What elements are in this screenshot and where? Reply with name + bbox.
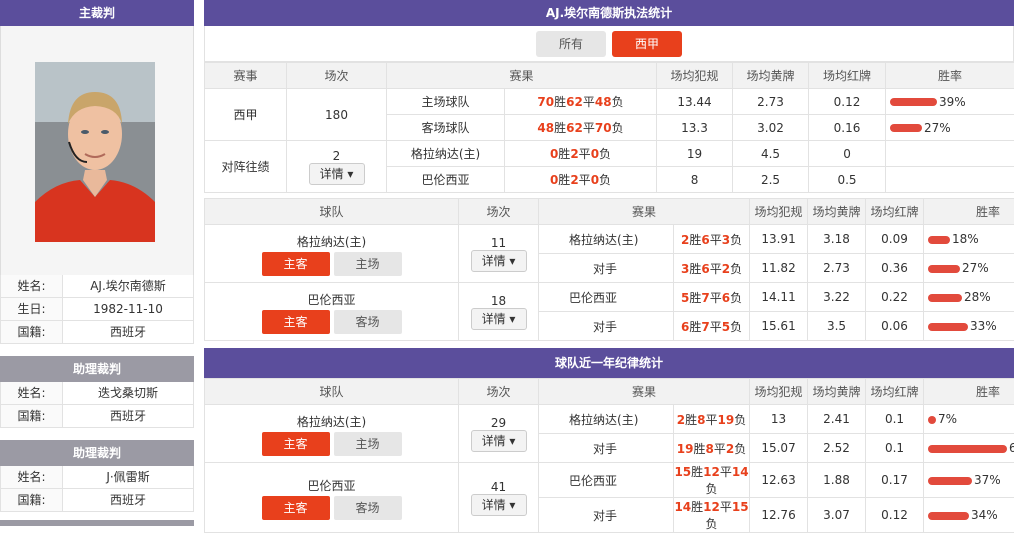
team-cell: 格拉纳达(主) 主客 主场 [203, 404, 460, 463]
home-away-button[interactable]: 主客 [261, 251, 330, 276]
tab-all[interactable]: 所有 [536, 30, 606, 57]
table-row: 格拉纳达(主) 主客 主场 11 详情 ▾ 格拉纳达(主) 2胜6平3负 13.91 3… [203, 224, 1014, 283]
table-row: 巴伦西亚 主客 客场 41 详情 ▾ 巴伦西亚 15胜12平14负 12.63 1.88… [203, 462, 1014, 533]
win-rate-bar [928, 476, 973, 485]
discipline-panel: 球队近一年纪律统计 球队 场次 赛果 场均犯规 场均黄牌 场均红牌 胜率 格拉纳… [203, 348, 1014, 533]
result-cell: 70胜62平48负 [503, 88, 658, 115]
referee-photo [0, 26, 194, 275]
result-cell: 15胜12平14负 [673, 462, 751, 498]
win-rate-bar [928, 264, 961, 273]
table-row: 西甲 180 主场球队 70胜62平48负 13.44 2.73 0.12 39… [204, 88, 1014, 141]
referee-nationality-row: 国籍: 西班牙 [0, 321, 194, 344]
assistant-referee-header: 助理裁判 [0, 356, 194, 382]
win-rate: 37% [923, 462, 1014, 498]
details-select[interactable]: 详情 ▾ [470, 249, 527, 272]
venue-button[interactable]: 主场 [333, 431, 402, 456]
assistant1-name: 迭戈桑切斯 [97, 386, 158, 400]
result-cell: 14胜12平15负 [673, 497, 751, 533]
win-rate: 7% [923, 404, 1014, 434]
result-cell: 19胜8平2负 [673, 433, 751, 463]
referee-stats-table: 赛事 场次 赛果 场均犯规 场均黄牌 场均红牌 胜率 西甲 180 主场球队 7… [204, 62, 1014, 193]
win-rate: 18% [923, 224, 1014, 254]
team-name: 巴伦西亚 [307, 478, 356, 493]
discipline-title: 球队近一年纪律统计 [204, 348, 1014, 378]
assistant2-nationality-row: 国籍: 西班牙 [0, 489, 194, 512]
result-cell: 2胜8平19负 [673, 404, 751, 434]
venue-button[interactable]: 客场 [333, 495, 402, 520]
league-name: 西甲 [204, 88, 287, 141]
result-cell: 6胜7平5负 [673, 311, 751, 341]
referee-sidebar: 主裁判 姓名: AJ.埃尔南德斯 生日: 1982-11-10 国籍: 西班牙 助理裁… [0, 0, 194, 526]
details-select[interactable]: 详情 ▾ [470, 307, 527, 330]
win-rate: 27% [885, 114, 1014, 141]
discipline-table: 球队 场次 赛果 场均犯规 场均黄牌 场均红牌 胜率 格拉纳达(主) 主客 主场 … [203, 378, 1014, 533]
table-header: 赛事 场次 赛果 场均犯规 场均黄牌 场均红牌 胜率 [204, 62, 1014, 89]
details-select[interactable]: 详情 ▾ [470, 429, 527, 452]
result-cell: 48胜62平70负 [503, 114, 658, 141]
referee-nationality: 西班牙 [109, 325, 146, 339]
main-referee-header: 主裁判 [0, 0, 194, 26]
win-rate: 39% [885, 88, 1014, 115]
win-rate-bar [928, 322, 969, 331]
assistant1-name-row: 姓名: 迭戈桑切斯 [0, 382, 194, 405]
win-rate: 66% [923, 433, 1014, 463]
assistant1-nationality: 西班牙 [109, 409, 146, 423]
team-name: 巴伦西亚 [307, 292, 356, 307]
home-away-button[interactable]: 主客 [261, 495, 330, 520]
result-cell: 5胜7平6负 [673, 282, 751, 312]
assistant2-nationality: 西班牙 [109, 493, 146, 507]
table-row: 格拉纳达(主) 主客 主场 29 详情 ▾ 格拉纳达(主) 2胜8平19负 13 2.4… [203, 404, 1014, 463]
competition-tabs: 所有 西甲 [204, 26, 1014, 62]
assistant-referee-header: 助理裁判 [0, 440, 194, 466]
win-rate: 34% [923, 497, 1014, 533]
win-rate-bar [890, 98, 938, 106]
table-row: 巴伦西亚 主客 客场 18 详情 ▾ 巴伦西亚 5胜7平6负 14.11 3.22 0.2… [203, 282, 1014, 341]
win-rate-bar [928, 511, 970, 520]
referee-stats-panel: AJ.埃尔南德斯执法统计 所有 西甲 赛事 场次 赛果 场均犯规 场均黄牌 场均… [204, 0, 1014, 193]
win-rate: 28% [923, 282, 1014, 312]
assistant2-name-row: 姓名: J·佩雷斯 [0, 466, 194, 489]
win-rate: 33% [923, 311, 1014, 341]
result-cell: 2胜6平3负 [673, 224, 751, 254]
next-section-header [0, 520, 194, 526]
result-cell: 3胜6平2负 [673, 253, 751, 283]
h2h-label: 对阵往绩 [204, 140, 287, 193]
table-header: 球队 场次 赛果 场均犯规 场均黄牌 场均红牌 胜率 [203, 198, 1014, 225]
details-select[interactable]: 详情 ▾ [308, 162, 365, 185]
result-cell: 0胜2平0负 [503, 140, 658, 167]
home-away-button[interactable]: 主客 [261, 309, 330, 334]
win-rate-bar [928, 293, 963, 302]
team-cell: 格拉纳达(主) 主客 主场 [203, 224, 460, 283]
table-header: 球队 场次 赛果 场均犯规 场均黄牌 场均红牌 胜率 [203, 378, 1014, 405]
tab-laliga[interactable]: 西甲 [612, 30, 682, 57]
referee-stats-title: AJ.埃尔南德斯执法统计 [204, 0, 1014, 26]
referee-portrait [35, 62, 155, 242]
result-cell: 0胜2平0负 [503, 166, 658, 193]
win-rate-bar [890, 124, 923, 132]
home-away-button[interactable]: 主客 [261, 431, 330, 456]
team-cell: 巴伦西亚 主客 客场 [203, 282, 460, 341]
team-name: 格拉纳达(主) [296, 414, 367, 429]
team-stats-panel: 球队 场次 赛果 场均犯规 场均黄牌 场均红牌 胜率 格拉纳达(主) 主客 主场 … [203, 198, 1014, 341]
assistant1-nationality-row: 国籍: 西班牙 [0, 405, 194, 428]
assistant2-name: J·佩雷斯 [106, 470, 150, 484]
referee-birth: 1982-11-10 [93, 302, 163, 316]
win-rate-bar [928, 415, 937, 424]
referee-name-row: 姓名: AJ.埃尔南德斯 [0, 275, 194, 298]
league-count: 180 [286, 88, 387, 141]
win-rate: 27% [923, 253, 1014, 283]
venue-button[interactable]: 主场 [333, 251, 402, 276]
team-cell: 巴伦西亚 主客 客场 [203, 462, 460, 533]
table-row: 对阵往绩 2 详情 ▾ 格拉纳达(主) 0胜2平0负 19 4.5 0 [204, 140, 1014, 193]
referee-birth-row: 生日: 1982-11-10 [0, 298, 194, 321]
details-select[interactable]: 详情 ▾ [470, 493, 527, 516]
win-rate-bar [928, 444, 1008, 453]
referee-name: AJ.埃尔南德斯 [90, 279, 166, 293]
team-stats-table: 球队 场次 赛果 场均犯规 场均黄牌 场均红牌 胜率 格拉纳达(主) 主客 主场 … [203, 198, 1014, 341]
team-name: 格拉纳达(主) [296, 234, 367, 249]
venue-button[interactable]: 客场 [333, 309, 402, 334]
win-rate-bar [928, 235, 951, 244]
